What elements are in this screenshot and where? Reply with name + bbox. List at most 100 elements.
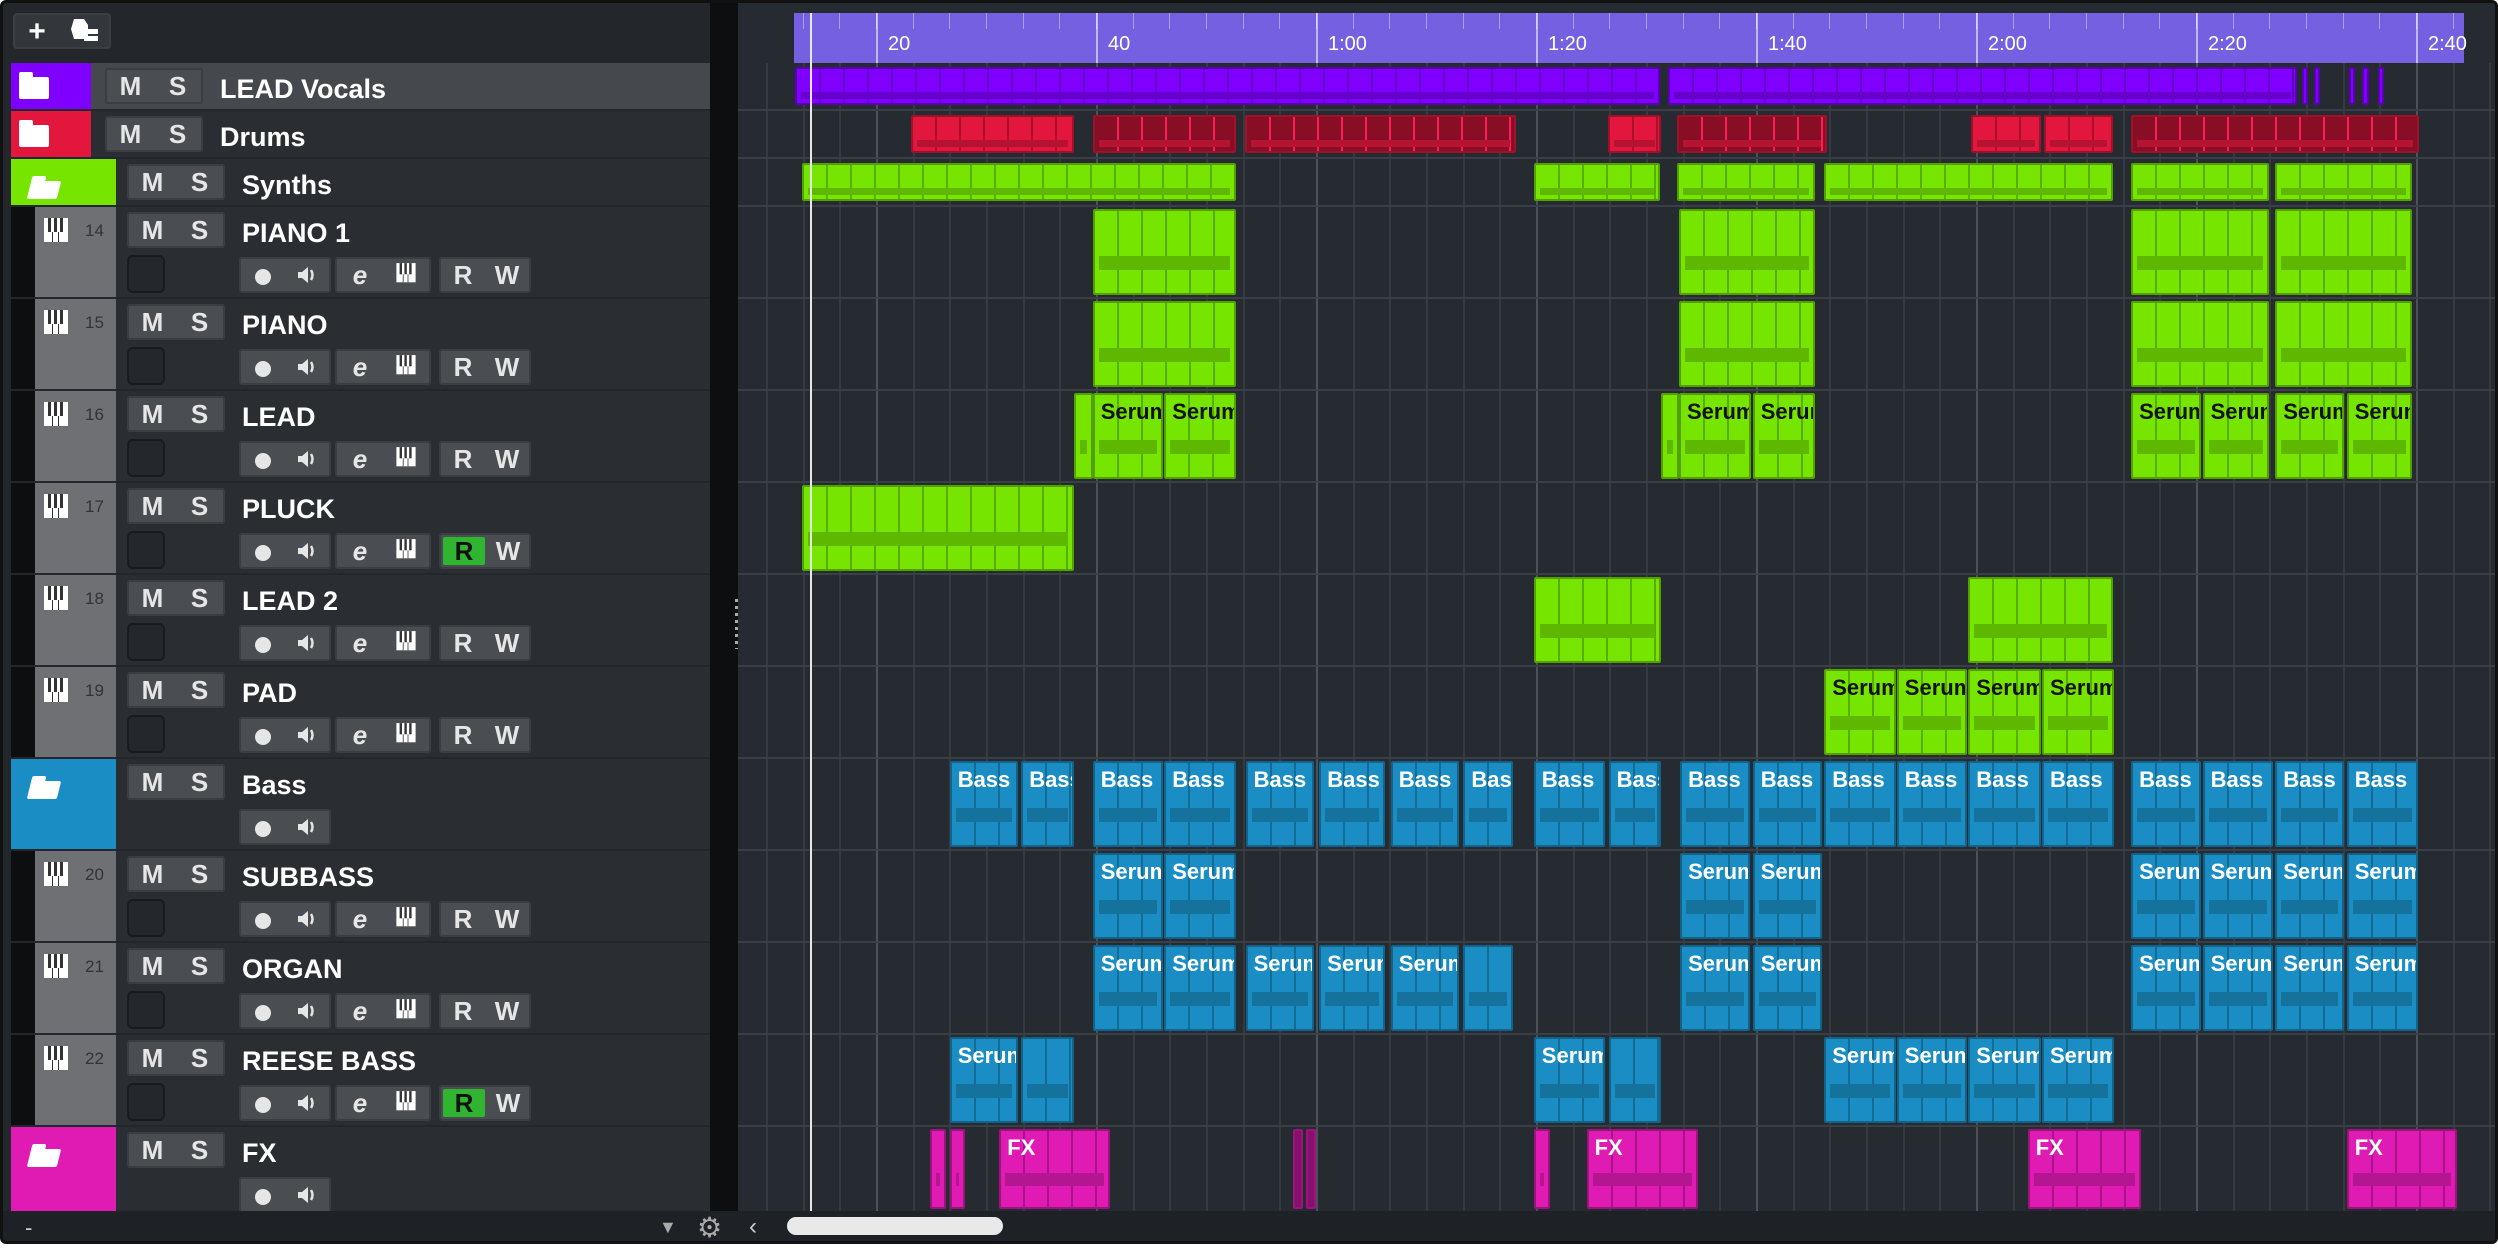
track-header-fx[interactable]: M S FX [11, 1127, 710, 1213]
clip[interactable]: Serum [1752, 393, 1816, 479]
solo-button[interactable]: S [176, 166, 223, 198]
instrument-button[interactable] [383, 902, 429, 937]
playhead[interactable] [810, 13, 812, 1211]
clip[interactable]: Serum [2346, 945, 2419, 1031]
clip[interactable]: Serum [2042, 669, 2114, 755]
track-lane[interactable] [738, 159, 2495, 205]
clip[interactable] [1676, 163, 1816, 201]
clip[interactable]: Serum [2275, 945, 2345, 1031]
track-name[interactable]: ORGAN [242, 954, 343, 985]
automation-read-button[interactable]: R [441, 443, 485, 475]
clip[interactable]: Serum [1679, 393, 1751, 479]
automation-write-button[interactable]: W [487, 535, 529, 567]
track-color-swatch[interactable] [127, 623, 165, 661]
mute-button[interactable]: M [129, 674, 176, 706]
solo-button[interactable]: S [176, 1042, 223, 1074]
monitor-button[interactable] [285, 443, 329, 475]
clip[interactable] [2348, 67, 2356, 105]
automation-read-button[interactable]: R [441, 627, 485, 659]
automation-read-button[interactable]: R [443, 537, 485, 565]
record-arm-button[interactable] [241, 811, 285, 843]
track-lane[interactable]: Serum Serum Serum Serum Serum Serum Serum Serum [738, 391, 2495, 481]
solo-button[interactable]: S [176, 674, 223, 706]
clip[interactable] [1968, 577, 2114, 663]
record-arm-button[interactable] [241, 535, 285, 567]
record-arm-button[interactable] [241, 719, 285, 751]
track-name[interactable]: Drums [220, 122, 306, 153]
track-lane[interactable] [738, 575, 2495, 665]
clip[interactable] [1092, 209, 1236, 295]
monitor-button[interactable] [285, 351, 329, 383]
edit-instrument-button[interactable]: e [337, 351, 383, 383]
clip[interactable]: Bass [2131, 761, 2202, 847]
solo-button[interactable]: S [176, 490, 223, 522]
track-name[interactable]: SUBBASS [242, 862, 374, 893]
clip[interactable]: Serum [1824, 669, 1896, 755]
automation-write-button[interactable]: W [485, 443, 529, 475]
clip[interactable]: Serum [1752, 853, 1822, 939]
track-header-pad[interactable]: 19 M S PAD e R W [11, 667, 710, 757]
clip[interactable] [2131, 301, 2269, 387]
automation-write-button[interactable]: W [487, 1087, 529, 1119]
mute-button[interactable]: M [129, 1042, 176, 1074]
track-lane[interactable]: Serum Serum Serum Serum Serum Serum [738, 1035, 2495, 1125]
mute-button[interactable]: M [129, 1134, 176, 1166]
clip[interactable]: Serum [1533, 1037, 1606, 1123]
track-header-reese-bass[interactable]: 22 M S REESE BASS e R W [11, 1035, 710, 1125]
clip[interactable]: Serum [2131, 945, 2202, 1031]
automation-read-button[interactable]: R [443, 1089, 485, 1117]
clip[interactable]: Bass [1968, 761, 2041, 847]
clip[interactable] [1244, 115, 1517, 153]
solo-button[interactable]: S [176, 950, 223, 982]
track-name[interactable]: PLUCK [242, 494, 335, 525]
clip[interactable]: Serum [1896, 1037, 1968, 1123]
clip[interactable] [1021, 1037, 1074, 1123]
instrument-button[interactable] [383, 626, 429, 661]
clip[interactable] [1607, 115, 1662, 153]
clip[interactable]: Serum [1092, 393, 1164, 479]
clip[interactable]: Serum [1896, 669, 1968, 755]
track-name[interactable]: PIANO [242, 310, 328, 341]
track-name[interactable]: FX [242, 1138, 277, 1169]
clip[interactable]: Serum [1164, 945, 1236, 1031]
track-header-piano-1[interactable]: 14 M S PIANO 1e RW [11, 207, 710, 297]
mute-button[interactable]: M [129, 766, 176, 798]
solo-button[interactable]: S [154, 118, 201, 150]
clip[interactable] [802, 485, 1074, 571]
clip[interactable] [1074, 393, 1093, 479]
clip[interactable]: Bass [1824, 761, 1896, 847]
clip[interactable]: Bass [2202, 761, 2273, 847]
edit-instrument-button[interactable]: e [337, 259, 383, 291]
automation-write-button[interactable]: W [485, 719, 529, 751]
clip[interactable] [949, 1129, 966, 1209]
clip[interactable] [1533, 577, 1662, 663]
collapse-label[interactable]: - [25, 1215, 32, 1241]
clip[interactable] [1679, 209, 1816, 295]
clip[interactable]: Serum [1092, 853, 1164, 939]
edit-instrument-button[interactable]: e [337, 535, 383, 567]
track-lane[interactable]: Serum Serum Serum Serum Serum Serum Serum Serum… [738, 943, 2495, 1033]
track-lane[interactable] [738, 111, 2495, 157]
track-color-swatch[interactable] [127, 439, 165, 477]
clip[interactable] [1661, 393, 1679, 479]
instrument-button[interactable] [383, 350, 429, 385]
track-lane[interactable] [738, 207, 2495, 297]
clip[interactable] [1533, 1129, 1551, 1209]
clip[interactable]: Bass [1608, 761, 1662, 847]
track-color-swatch[interactable] [127, 347, 165, 385]
clip[interactable] [794, 67, 1661, 105]
instrument-button[interactable] [383, 718, 429, 753]
solo-button[interactable]: S [154, 70, 201, 102]
clip[interactable] [1292, 1129, 1303, 1209]
clip[interactable]: FX [2027, 1129, 2141, 1209]
mute-button[interactable]: M [129, 166, 176, 198]
clip[interactable]: Serum [2131, 393, 2202, 479]
mute-button[interactable]: M [107, 70, 154, 102]
monitor-button[interactable] [285, 535, 329, 567]
clip[interactable]: FX [999, 1129, 1111, 1209]
monitor-button[interactable] [285, 259, 329, 291]
mute-button[interactable]: M [129, 858, 176, 890]
clip[interactable]: Serum [1968, 1037, 2041, 1123]
solo-button[interactable]: S [176, 306, 223, 338]
edit-instrument-button[interactable]: e [337, 627, 383, 659]
